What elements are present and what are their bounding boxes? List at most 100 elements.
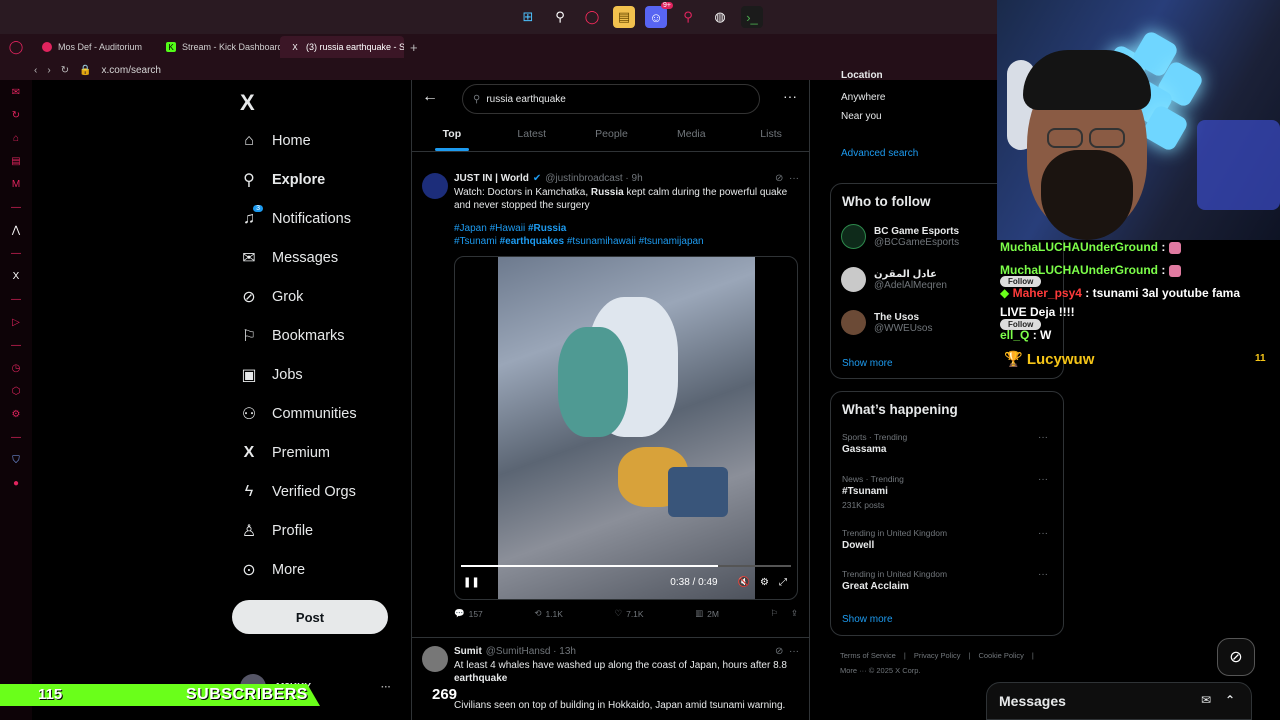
follow-suggestion[interactable]: The Usos @WWEUsos [841,310,932,335]
grok-button[interactable]: ⊘ [1217,638,1255,676]
fullscreen-icon[interactable]: ⤢ [779,577,787,588]
footer-more[interactable]: More ··· © 2025 X Corp. [840,666,921,675]
nav-verified-orgs[interactable]: ϟ Verified Orgs [240,479,356,505]
hashtag[interactable]: #earthquakes [500,236,564,247]
tab-media[interactable]: Media [651,120,731,151]
grok-icon[interactable]: ⊘ [775,173,783,184]
hashtag[interactable]: #Tsunami [454,236,497,247]
x-icon[interactable]: X [10,270,22,282]
m-icon[interactable]: M [10,178,22,190]
settings-icon[interactable]: ⚙ [760,577,769,588]
grok-icon[interactable]: ⊘ [775,646,783,657]
more-dots-icon[interactable]: ··· [789,646,799,657]
tab-x-search[interactable]: X (3) russia earthquake - Se [280,36,404,58]
bag-icon[interactable]: ⌂ [10,132,22,144]
new-tab-icon[interactable]: + [404,40,418,55]
mute-icon[interactable]: 🔇 [738,577,750,588]
hashtag[interactable]: #Japan [454,223,487,234]
tweet-menu[interactable]: ⊘ ··· [775,173,799,184]
app-icon[interactable]: ◍ [709,6,731,28]
new-message-icon[interactable]: ✉ [1201,693,1211,707]
nav-communities[interactable]: ⚇ Communities [240,401,357,427]
settings-icon[interactable]: ⚙ [10,408,22,420]
search-input[interactable]: ⚲ russia earthquake [462,84,760,114]
reply-button[interactable]: 💬 157 [454,608,483,619]
hashtag[interactable]: #tsunamijapan [639,236,704,247]
trend-item[interactable]: News · Trending #Tsunami 231K posts ··· [842,474,1054,510]
opera-logo-icon[interactable]: ◯ [0,39,32,55]
messages-drawer[interactable]: Messages ✉ ⌃ [986,682,1252,720]
tab-kick-dashboard[interactable]: K Stream - Kick Dashboard [156,36,280,58]
file-explorer-icon[interactable]: ▤ [613,6,635,28]
reload-icon[interactable]: ↻ [61,65,69,76]
avatar[interactable] [422,646,448,672]
more-options-icon[interactable]: ··· [783,88,797,104]
nav-jobs[interactable]: ▣ Jobs [240,362,302,388]
post-button[interactable]: Post [232,600,388,634]
cube-icon[interactable]: ⬡ [10,385,22,397]
trend-item[interactable]: Sports · Trending Gassama ··· [842,432,1054,455]
opera-gx-icon[interactable]: ◯ [581,6,603,28]
more-dots-icon[interactable]: ··· [1038,569,1048,580]
tweet-author[interactable]: Sumit [454,646,482,657]
x-logo[interactable]: X [240,90,255,116]
more-dots-icon[interactable]: ··· [381,682,391,693]
repost-button[interactable]: ⟲ 1.1K [534,608,563,619]
location-near-you[interactable]: Near you [841,111,882,122]
tweet[interactable]: JUST IN | World ✔ @justinbroadcast · 9h … [412,173,809,619]
search-icon[interactable]: ⚲ [549,6,571,28]
show-more-link[interactable]: Show more [842,358,893,369]
location-anywhere[interactable]: Anywhere [841,92,885,103]
back-icon[interactable]: ‹ [34,65,37,76]
nav-grok[interactable]: ⊘ Grok [240,284,303,310]
show-more-link[interactable]: Show more [842,614,893,625]
video-player[interactable]: ❚❚ 0:38 / 0:49 🔇 ⚙ ⤢ [454,256,798,600]
discord-icon[interactable]: ☺ 9+ [645,2,673,28]
nav-bookmarks[interactable]: ⚐ Bookmarks [240,323,345,349]
more-dots-icon[interactable]: ··· [1038,528,1048,539]
nav-home[interactable]: ⌂ Home [240,128,311,154]
tab-mos-def[interactable]: Mos Def - Auditorium [32,36,156,58]
shield-icon[interactable]: ⛉ [10,454,22,466]
follow-suggestion[interactable]: BC Game Esports @BCGameEsports [841,224,959,249]
nav-messages[interactable]: ✉ Messages [240,245,338,271]
tweet[interactable]: Sumit @SumitHansd · 13h ⊘ ··· At least 4… [412,646,809,712]
tab-lists[interactable]: Lists [731,120,809,151]
advanced-search-link[interactable]: Advanced search [841,148,918,159]
more-dots-icon[interactable]: ··· [1038,474,1048,485]
follow-suggestion[interactable]: عادل المقرن @AdelAlMeqren [841,267,947,292]
maps-pin-icon[interactable]: ⚲ [677,6,699,28]
terminal-icon[interactable]: ›_ [741,6,763,28]
footer-link[interactable]: Cookie Policy [978,651,1023,660]
tab-top[interactable]: Top [412,120,492,151]
share-icon[interactable]: ⇪ [791,608,798,619]
nav-more[interactable]: ⊙ More [240,557,305,583]
expand-up-icon[interactable]: ⌃ [1225,693,1235,707]
windows-icon[interactable]: ⊞ [517,6,539,28]
tab-people[interactable]: People [572,120,652,151]
forward-icon[interactable]: › [47,65,50,76]
tweet-author[interactable]: JUST IN | World [454,173,529,184]
more-dots-icon[interactable]: ··· [789,173,799,184]
tweet-menu[interactable]: ⊘ ··· [775,646,799,657]
hashtag[interactable]: #Hawaii [490,223,526,234]
video-progress-bar[interactable] [461,565,791,567]
twitch-icon[interactable]: ▤ [10,155,22,167]
mail-icon[interactable]: ✉ [10,86,22,98]
player-icon[interactable]: ▷ [10,316,22,328]
clock-icon[interactable]: ◷ [10,362,22,374]
trend-item[interactable]: Trending in United Kingdom Dowell ··· [842,528,1054,551]
nav-explore[interactable]: ⚲ Explore [240,167,325,193]
footer-link[interactable]: Privacy Policy [914,651,961,660]
extension-icon[interactable]: ● [10,477,22,489]
hashtag[interactable]: #Russia [528,223,566,234]
kick-icon[interactable]: ⋀ [10,224,22,236]
footer-link[interactable]: Terms of Service [840,651,896,660]
nav-profile[interactable]: ♙ Profile [240,518,313,544]
hashtag[interactable]: #tsunamihawaii [567,236,636,247]
like-button[interactable]: ♡ 7.1K [614,608,643,619]
pause-icon[interactable]: ❚❚ [463,577,480,588]
bookmark-button[interactable]: ⚐ ⇪ [771,608,798,619]
tab-latest[interactable]: Latest [492,120,572,151]
nav-premium[interactable]: X Premium [240,440,330,466]
